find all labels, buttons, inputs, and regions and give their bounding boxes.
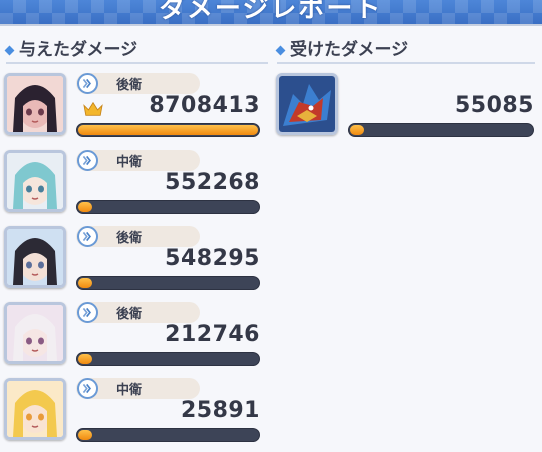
role-badge: 中衛 <box>76 378 200 399</box>
damage-bar <box>76 428 260 442</box>
damage-bar-fill <box>78 202 92 212</box>
damage-bar <box>348 123 534 137</box>
dragon-boss-portrait <box>276 73 338 135</box>
section-dealt-header: 与えたダメージ <box>4 36 138 60</box>
damage-bar <box>76 123 260 137</box>
role-badge: 中衛 <box>76 150 200 171</box>
position-chevron-icon <box>77 378 98 399</box>
damage-row-dealt[interactable]: 後衛 212746 <box>4 302 262 370</box>
role-label: 中衛 <box>116 383 143 398</box>
damage-bar <box>76 352 260 366</box>
damage-row-dealt[interactable]: 中衛 25891 <box>4 378 262 446</box>
section-divider <box>277 62 535 64</box>
crown-icon <box>82 100 104 118</box>
damage-row-dealt[interactable]: 中衛 552268 <box>4 150 262 218</box>
damage-row-dealt[interactable]: 後衛 548295 <box>4 226 262 294</box>
header-bar: ダメージレポート <box>0 0 542 26</box>
position-chevron-icon <box>77 226 98 247</box>
position-chevron-icon <box>77 150 98 171</box>
dark-hair-catgirl-portrait <box>4 73 66 135</box>
damage-value: 552268 <box>165 170 260 195</box>
damage-bar-fill <box>78 354 92 364</box>
damage-value: 55085 <box>454 93 534 118</box>
section-divider <box>6 62 268 64</box>
role-label: 後衛 <box>116 78 143 93</box>
diamond-bullet-icon <box>275 45 286 55</box>
page-title: ダメージレポート <box>159 0 383 24</box>
role-label: 後衛 <box>116 231 143 246</box>
damage-value: 548295 <box>165 246 260 271</box>
section-taken-label: 受けたダメージ <box>290 39 409 60</box>
role-badge: 後衛 <box>76 73 200 94</box>
position-chevron-icon <box>77 73 98 94</box>
role-badge: 後衛 <box>76 226 200 247</box>
damage-value: 212746 <box>165 322 260 347</box>
damage-value: 25891 <box>180 398 260 423</box>
damage-bar-fill <box>350 125 364 135</box>
damage-bar-fill <box>78 125 258 135</box>
section-dealt-label: 与えたダメージ <box>19 39 138 60</box>
role-badge: 後衛 <box>76 302 200 323</box>
damage-row-dealt[interactable]: 後衛 8708413 <box>4 73 262 141</box>
position-chevron-icon <box>77 302 98 323</box>
damage-bar-fill <box>78 430 92 440</box>
damage-value: 8708413 <box>149 93 260 118</box>
role-label: 中衛 <box>116 155 143 170</box>
role-label: 後衛 <box>116 307 143 322</box>
damage-bar <box>76 276 260 290</box>
teal-hair-portrait <box>4 150 66 212</box>
damage-bar <box>76 200 260 214</box>
section-taken-header: 受けたダメージ <box>275 36 409 60</box>
blonde-hair-portrait <box>4 378 66 440</box>
white-hair-portrait <box>4 302 66 364</box>
dark-hair-blue-portrait <box>4 226 66 288</box>
diamond-bullet-icon <box>4 45 15 55</box>
damage-bar-fill <box>78 278 92 288</box>
damage-row-taken[interactable]: 55085 <box>276 73 536 141</box>
